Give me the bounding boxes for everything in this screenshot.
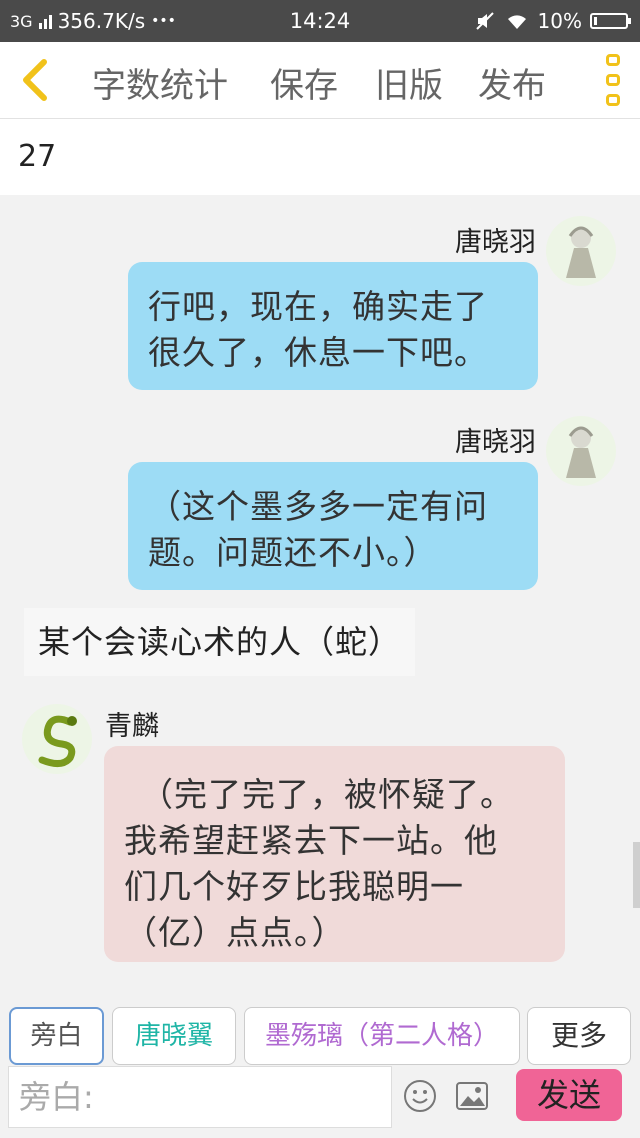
mute-icon — [475, 12, 494, 30]
publish-button[interactable]: 发布 — [478, 58, 546, 107]
message-line: （完了完了，被怀疑了。 — [140, 775, 514, 814]
image-icon[interactable] — [454, 1078, 490, 1114]
role-button-mo[interactable]: 墨殇璃（第二人格） — [244, 1007, 520, 1065]
speaker-name: 唐晓羽 — [455, 227, 536, 258]
narration-line[interactable]: 某个会读心术的人（蛇） — [24, 608, 416, 676]
word-count-button[interactable]: 字数统计 — [92, 58, 228, 107]
status-bar: 3G 356.7K/s ••• 14:24 10% — [0, 0, 640, 42]
more-icon[interactable] — [600, 54, 626, 106]
network-speed: 356.7K/s — [57, 9, 146, 33]
status-right: 10% — [474, 9, 631, 33]
role-button-tang[interactable]: 唐晓翼 — [112, 1007, 236, 1065]
message-line: 很久了，休息一下吧。 — [148, 333, 488, 372]
avatar-illustration — [566, 226, 596, 278]
message-line: （亿）点点。） — [124, 913, 346, 952]
message-input[interactable]: 旁白: — [8, 1066, 392, 1128]
signal-icon — [38, 13, 52, 29]
save-button[interactable]: 保存 — [270, 58, 338, 107]
speaker-name: 唐晓羽 — [455, 427, 536, 458]
avatar[interactable] — [22, 704, 92, 774]
battery-icon — [590, 13, 631, 29]
message-line: 们几个好歹比我聪明一 — [124, 867, 464, 906]
status-left: 3G 356.7K/s ••• — [10, 9, 176, 33]
compose-area: 旁白 唐晓翼 墨殇璃（第二人格） 更多 旁白: 发送 — [0, 992, 640, 1138]
message-line: 题。问题还不小。） — [148, 533, 438, 572]
role-button-more[interactable]: 更多 — [527, 1007, 631, 1065]
network-type: 3G — [10, 11, 33, 31]
status-more-dots: ••• — [151, 13, 176, 29]
message-line: 我希望赶紧去下一站。他 — [124, 821, 498, 860]
snake-icon — [38, 715, 77, 767]
wifi-icon — [507, 15, 526, 29]
battery-percent: 10% — [537, 9, 582, 33]
send-button[interactable]: 发送 — [516, 1069, 622, 1121]
message-line: （这个墨多多一定有问 — [148, 487, 488, 526]
role-button-narrator[interactable]: 旁白 — [9, 1007, 104, 1065]
avatar[interactable] — [546, 216, 616, 286]
smiley-icon[interactable] — [402, 1078, 438, 1114]
word-count-value: 27 — [0, 119, 640, 195]
avatar[interactable] — [546, 416, 616, 486]
scrollbar-thumb[interactable] — [633, 842, 640, 908]
battery-level — [594, 17, 597, 25]
speaker-name: 青麟 — [105, 711, 159, 742]
back-button[interactable] — [10, 52, 60, 108]
message-bubble[interactable]: （这个墨多多一定有问 题。问题还不小。） — [128, 462, 538, 590]
editor-toolbar: 字数统计 保存 旧版 发布 — [0, 42, 640, 119]
back-chevron-icon — [23, 59, 47, 101]
message-bubble[interactable]: 行吧，现在，确实走了 很久了，休息一下吧。 — [128, 262, 538, 390]
message-bubble[interactable]: （完了完了，被怀疑了。 我希望赶紧去下一站。他 们几个好歹比我聪明一 （亿）点点… — [104, 746, 565, 962]
avatar-illustration — [566, 426, 596, 478]
message-line: 行吧，现在，确实走了 — [148, 287, 488, 326]
old-version-button[interactable]: 旧版 — [375, 58, 443, 107]
